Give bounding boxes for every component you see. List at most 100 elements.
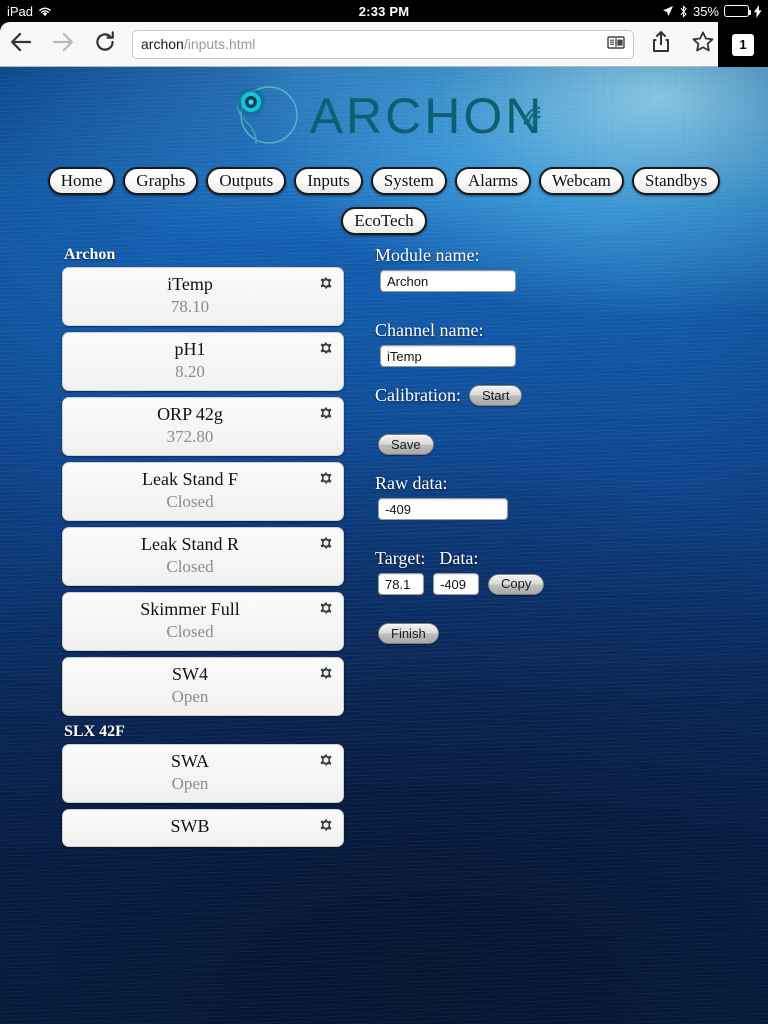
- group-header: Archon: [64, 246, 116, 263]
- input-card[interactable]: ORP 42g 372.80: [62, 397, 344, 456]
- nav-system[interactable]: System: [370, 167, 447, 195]
- nav-alarms[interactable]: Alarms: [454, 167, 531, 195]
- channel-name-input[interactable]: iTemp: [380, 345, 516, 367]
- nav-ecotech[interactable]: EcoTech: [341, 207, 427, 235]
- target-label: Target:: [375, 548, 426, 568]
- logo-wordmark: ARCHON: [310, 87, 545, 145]
- raw-data-input[interactable]: -409: [378, 498, 508, 520]
- save-button[interactable]: Save: [378, 434, 434, 455]
- copy-button[interactable]: Copy: [488, 573, 545, 595]
- input-card-name: SW4: [172, 664, 208, 684]
- gear-icon[interactable]: [317, 534, 335, 552]
- gear-icon[interactable]: [317, 599, 335, 617]
- target-input[interactable]: 78.1: [378, 573, 424, 595]
- back-button[interactable]: [0, 22, 42, 67]
- gear-icon[interactable]: [317, 404, 335, 422]
- forward-button[interactable]: [42, 22, 84, 67]
- input-card[interactable]: pH1 8.20: [62, 332, 344, 391]
- module-name-input[interactable]: Archon: [380, 270, 516, 292]
- input-card-value: 8.20: [175, 362, 205, 381]
- input-card-name: SWA: [170, 751, 209, 771]
- input-card-name: SWB: [170, 816, 210, 836]
- url-text: archon/inputs.html: [141, 36, 256, 52]
- calibration-label: Calibration:: [375, 385, 461, 405]
- safari-toolbar: archon/inputs.html: [0, 22, 768, 67]
- gear-icon[interactable]: [317, 816, 335, 834]
- raw-data-label: Raw data:: [375, 473, 448, 493]
- data-input[interactable]: -409: [433, 573, 479, 595]
- reload-icon: [94, 30, 116, 58]
- input-card[interactable]: Leak Stand F Closed: [62, 462, 344, 521]
- input-card[interactable]: Leak Stand R Closed: [62, 527, 344, 586]
- archon-circle-logo-icon: [224, 81, 308, 151]
- ios-status-bar: iPad 2:33 PM 35%: [0, 0, 768, 22]
- input-card-value: 372.80: [166, 427, 214, 446]
- secondary-navigation: EcoTech: [0, 207, 768, 235]
- calibration-row: Calibration: Start: [375, 385, 735, 406]
- target-value: 78.1: [385, 576, 411, 592]
- url-input[interactable]: archon/inputs.html: [132, 29, 634, 59]
- forward-arrow-icon: [51, 31, 75, 58]
- module-name-value: Archon: [387, 273, 429, 289]
- tab-counter-button[interactable]: 1: [718, 22, 768, 67]
- site-logo: ARCHON: [0, 77, 768, 155]
- input-card-name: ORP 42g: [157, 404, 223, 424]
- input-card[interactable]: iTemp 78.10: [62, 267, 344, 326]
- inputs-list: Archon iTemp 78.10 pH1 8.20 ORP 42g 372.80 Leak…: [62, 245, 344, 853]
- nav-graphs[interactable]: Graphs: [123, 167, 199, 195]
- reload-button[interactable]: [84, 22, 126, 67]
- input-card-value: Open: [171, 774, 209, 793]
- gear-icon[interactable]: [317, 469, 335, 487]
- status-bar-right: 35%: [662, 0, 762, 22]
- gear-icon[interactable]: [317, 751, 335, 769]
- input-card[interactable]: SWA Open: [62, 744, 344, 803]
- input-card-name: iTemp: [167, 274, 213, 294]
- input-card-name: Leak Stand F: [142, 469, 238, 489]
- input-card-value: Closed: [166, 557, 214, 576]
- input-card-name: Leak Stand R: [141, 534, 239, 554]
- nav-standbys[interactable]: Standbys: [631, 167, 721, 195]
- input-card-value: Closed: [166, 492, 214, 511]
- channel-name-label: Channel name:: [375, 320, 484, 340]
- target-data-row: 78.1 -409 Copy: [378, 573, 735, 595]
- battery-percent-label: 35%: [692, 3, 719, 19]
- input-card-value: Open: [171, 687, 209, 706]
- gear-icon[interactable]: [317, 274, 335, 292]
- star-icon: [691, 30, 715, 59]
- data-label: Data:: [439, 548, 479, 568]
- input-card-value: Closed: [166, 622, 214, 641]
- finish-button[interactable]: Finish: [378, 623, 439, 644]
- nav-home[interactable]: Home: [47, 167, 116, 195]
- data-value: -409: [440, 576, 467, 592]
- start-calibration-button[interactable]: Start: [468, 385, 523, 406]
- share-button[interactable]: [640, 22, 682, 67]
- reader-view-icon[interactable]: [607, 35, 625, 53]
- lightning-bolt-icon: [754, 4, 762, 18]
- nav-webcam[interactable]: Webcam: [538, 167, 624, 195]
- bluetooth-icon: [679, 4, 688, 18]
- raw-data-value: -409: [385, 501, 412, 517]
- nav-outputs[interactable]: Outputs: [206, 167, 287, 195]
- status-bar-clock: 2:33 PM: [0, 0, 768, 22]
- input-card-name: Skimmer Full: [140, 599, 240, 619]
- module-name-label: Module name:: [375, 245, 480, 265]
- web-page-content: ARCHON Home Graphs Outputs Inputs System Alar…: [0, 67, 768, 1024]
- input-card-name: pH1: [174, 339, 206, 359]
- signal-waves-icon: [522, 81, 548, 139]
- gear-icon[interactable]: [317, 339, 335, 357]
- tab-count-label: 1: [732, 33, 754, 56]
- back-arrow-icon: [9, 31, 33, 58]
- group-header: SLX 42F: [64, 723, 125, 740]
- battery-icon: [724, 5, 751, 17]
- location-arrow-icon: [662, 5, 674, 17]
- input-card-value: 78.10: [170, 297, 210, 316]
- channel-settings-form: Module name: Archon Channel name: iTemp …: [375, 245, 735, 644]
- main-navigation: Home Graphs Outputs Inputs System Alarms Webca…: [0, 167, 768, 195]
- input-card[interactable]: SWB: [62, 809, 344, 847]
- nav-inputs[interactable]: Inputs: [294, 167, 363, 195]
- input-card[interactable]: Skimmer Full Closed: [62, 592, 344, 651]
- logo-word-text: ARCHON: [309, 88, 545, 144]
- gear-icon[interactable]: [317, 664, 335, 682]
- channel-name-value: iTemp: [387, 348, 422, 364]
- input-card[interactable]: SW4 Open: [62, 657, 344, 716]
